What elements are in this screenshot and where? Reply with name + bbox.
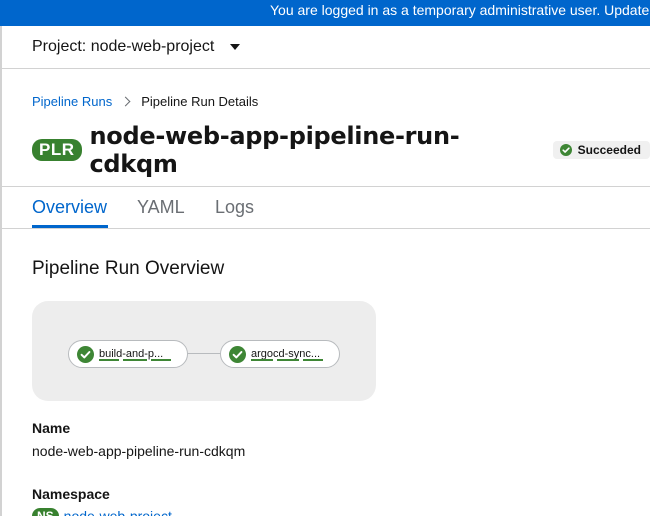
tab-bar: Overview YAML Logs <box>2 186 650 229</box>
task-node-build[interactable]: build-and-p... <box>68 340 188 368</box>
status-text: Succeeded <box>577 143 641 157</box>
breadcrumb-current: Pipeline Run Details <box>141 94 259 109</box>
namespace-link[interactable]: node-web-project <box>64 508 172 516</box>
tab-overview[interactable]: Overview <box>32 197 107 218</box>
task-node-argocd-sync[interactable]: argocd-sync... <box>220 340 340 368</box>
task-progress-segment <box>277 359 299 361</box>
check-circle-icon <box>229 345 246 363</box>
namespace-label: Namespace <box>32 486 110 502</box>
active-tab-indicator <box>32 225 108 228</box>
check-circle-icon <box>559 144 572 156</box>
task-connector <box>187 353 221 354</box>
task-progress-segment <box>303 359 323 361</box>
task-progress-segment <box>99 359 119 361</box>
pipeline-graph: build-and-p... argocd-sync... <box>32 301 376 401</box>
namespace-badge: NS <box>32 508 59 516</box>
tab-logs[interactable]: Logs <box>215 197 254 218</box>
project-selector-label: Project: node-web-project <box>32 38 215 55</box>
admin-banner-text: You are logged in as a temporary adminis… <box>270 2 650 18</box>
namespace-value: NS node-web-project <box>32 508 172 516</box>
tab-yaml[interactable]: YAML <box>137 197 185 218</box>
project-selector[interactable]: Project: node-web-project <box>32 38 241 56</box>
caret-down-icon <box>230 44 241 50</box>
name-value: node-web-app-pipeline-run-cdkqm <box>32 443 246 459</box>
page-header: PLR node-web-app-pipeline-run-cdkqm Succ… <box>32 122 650 178</box>
check-circle-icon <box>77 345 94 363</box>
section-title: Pipeline Run Overview <box>32 258 225 279</box>
resource-badge: PLR <box>32 139 82 161</box>
breadcrumb: Pipeline Runs Pipeline Run Details <box>32 94 258 109</box>
status-badge: Succeeded <box>552 141 650 159</box>
admin-banner: You are logged in as a temporary adminis… <box>0 0 650 26</box>
left-divider <box>0 26 2 516</box>
breadcrumb-pipeline-runs[interactable]: Pipeline Runs <box>32 94 112 109</box>
task-progress-segment <box>123 359 147 361</box>
project-bar: Project: node-web-project <box>2 26 650 69</box>
name-label: Name <box>32 420 71 436</box>
page-title: node-web-app-pipeline-run-cdkqm <box>89 122 460 178</box>
chevron-right-icon <box>120 96 131 107</box>
task-progress-segment <box>251 359 273 361</box>
task-progress-segment <box>151 359 171 361</box>
